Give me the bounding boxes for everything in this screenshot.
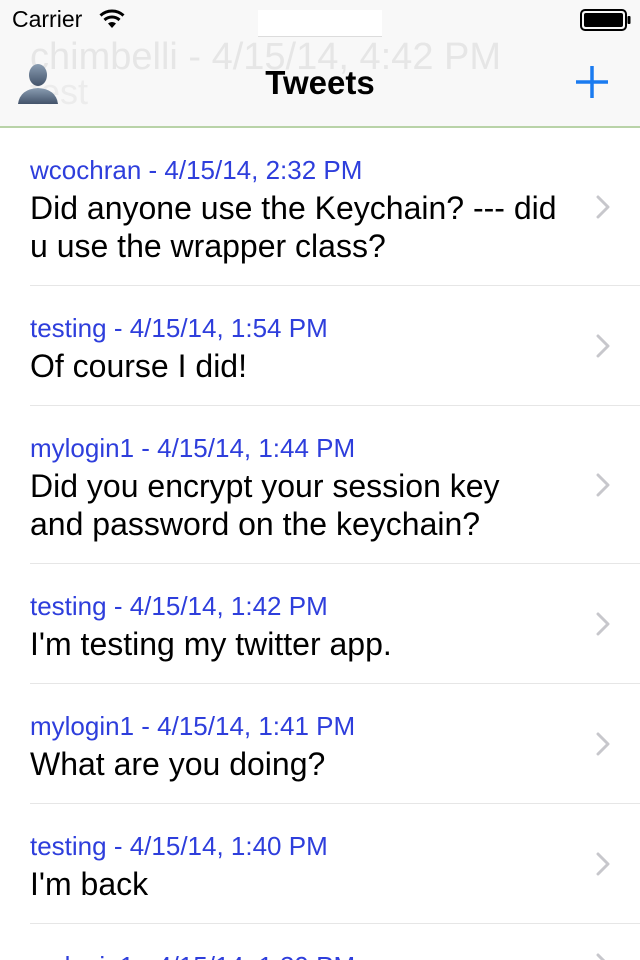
top-bar: chimbelli - 4/15/14, 4:42 PM test Carrie…	[0, 0, 640, 128]
tweet-row[interactable]: wcochran - 4/15/14, 2:32 PM Did anyone u…	[0, 128, 640, 286]
tweet-meta: testing - 4/15/14, 1:54 PM	[30, 313, 328, 343]
status-bar: Carrier	[0, 0, 640, 40]
tweet-meta: mylogin1 - 4/15/14, 1:39 PM	[30, 951, 560, 960]
chevron-right-icon	[596, 334, 610, 358]
add-tweet-plus-icon[interactable]	[572, 62, 612, 102]
tweet-row[interactable]: mylogin1 - 4/15/14, 1:44 PM Did you encr…	[0, 406, 640, 564]
tweet-row[interactable]: testing - 4/15/14, 1:40 PM I'm back	[0, 804, 640, 924]
tweet-row[interactable]: testing - 4/15/14, 1:54 PM Of course I d…	[0, 286, 640, 406]
tweets-screen: wcochran - 4/15/14, 2:32 PM Did anyone u…	[0, 0, 640, 960]
tweet-row[interactable]: testing - 4/15/14, 1:42 PM I'm testing m…	[0, 564, 640, 684]
page-title: Tweets	[265, 64, 375, 101]
tweet-text: Did you encrypt your session key and pas…	[30, 468, 500, 542]
tweet-meta: mylogin1 - 4/15/14, 1:44 PM	[30, 433, 356, 463]
tweet-meta: testing - 4/15/14, 1:40 PM	[30, 831, 328, 861]
wifi-icon	[99, 9, 125, 28]
chevron-right-icon	[596, 612, 610, 636]
chevron-right-icon	[596, 953, 606, 960]
navigation-bar: Tweets	[0, 40, 640, 128]
tweet-row[interactable]: mylogin1 - 4/15/14, 1:39 PM	[0, 924, 640, 960]
chevron-right-icon	[596, 473, 610, 497]
status-time-area	[258, 10, 382, 37]
tweet-meta: testing - 4/15/14, 1:42 PM	[30, 591, 328, 621]
tweet-text: I'm testing my twitter app.	[30, 626, 392, 662]
chevron-right-icon	[596, 732, 610, 756]
tweet-text: Did anyone use the Keychain? --- did u u…	[30, 190, 557, 264]
tweet-text: What are you doing?	[30, 746, 326, 782]
carrier-label: Carrier	[12, 6, 83, 32]
tweet-list[interactable]: wcochran - 4/15/14, 2:32 PM Did anyone u…	[0, 128, 640, 960]
tweet-meta: wcochran - 4/15/14, 2:32 PM	[30, 155, 363, 185]
chevron-right-icon	[596, 195, 610, 219]
chevron-right-icon	[596, 852, 610, 876]
battery-icon	[580, 9, 631, 31]
tweet-meta: mylogin1 - 4/15/14, 1:41 PM	[30, 711, 356, 741]
tweet-row[interactable]: mylogin1 - 4/15/14, 1:41 PM What are you…	[0, 684, 640, 804]
tweet-text: I'm back	[30, 866, 149, 902]
tweet-text: Of course I did!	[30, 348, 247, 384]
